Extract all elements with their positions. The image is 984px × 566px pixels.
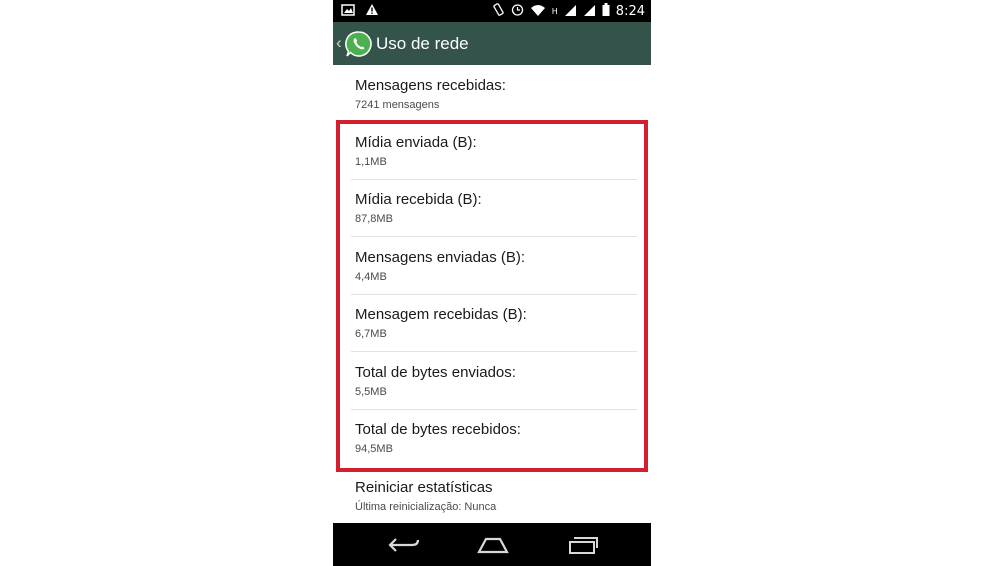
battery-icon [602,3,610,19]
recent-apps-icon[interactable] [563,533,603,557]
signal-h-icon: H [551,6,558,16]
home-icon[interactable] [473,533,513,557]
stat-messages-received: Mensagens recebidas: 7241 mensagens [355,77,635,112]
reset-label: Reiniciar estatísticas [355,479,493,496]
signal-icon [564,4,577,19]
whatsapp-logo-icon[interactable] [345,30,373,58]
back-icon[interactable] [384,533,424,557]
wifi-icon [530,4,546,19]
app-bar: ‹ Uso de rede [333,22,651,65]
network-usage-list: Mensagens recebidas: 7241 mensagens Mídi… [333,65,651,523]
rotate-icon [492,3,505,19]
back-chevron-icon[interactable]: ‹ [336,33,342,53]
navigation-bar [333,523,651,566]
reset-statistics-button[interactable]: Reiniciar estatísticas Última reiniciali… [355,479,635,514]
image-icon [341,3,355,19]
stat-value: 7241 mensagens [355,99,440,111]
clock: 8:24 [615,3,645,19]
alarm-icon [511,3,524,19]
warning-icon [365,3,379,19]
phone-screen: H 8:24 ‹ Uso de rede Mensagens recebidas… [333,0,651,566]
stat-label: Mensagens recebidas: [355,77,506,94]
page-title: Uso de rede [376,34,469,53]
signal-icon-2 [583,4,596,19]
reset-last-value: Última reinicialização: Nunca [355,501,497,513]
highlight-box [336,120,648,472]
status-bar: H 8:24 [333,0,651,22]
